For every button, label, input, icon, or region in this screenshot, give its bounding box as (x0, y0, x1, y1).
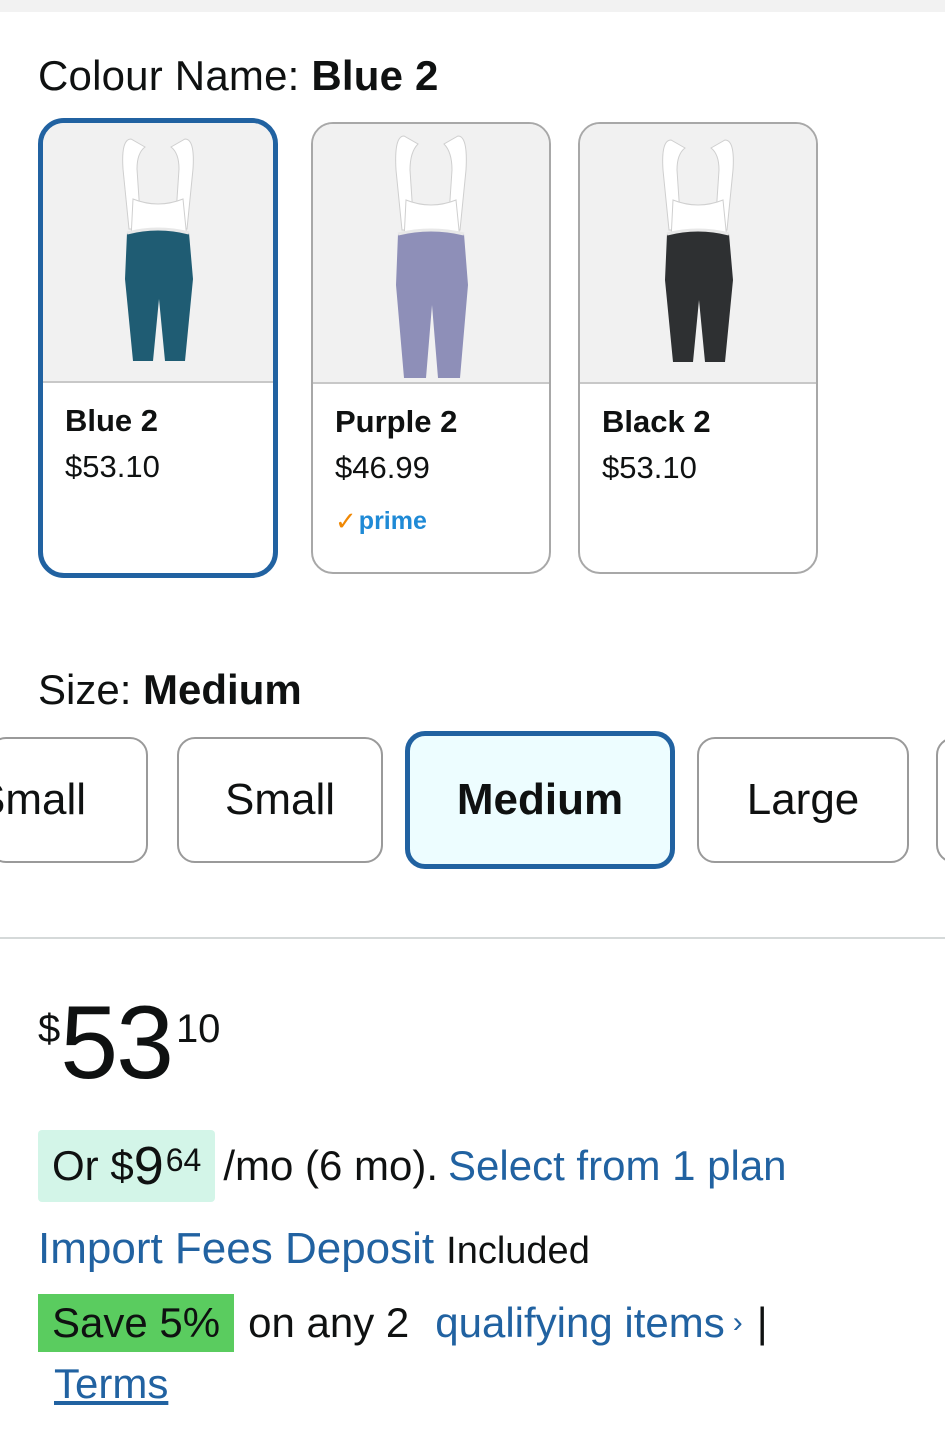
price-display: $ 53 10 (38, 985, 221, 1101)
price-symbol: $ (38, 1007, 61, 1051)
swatch-blue-2[interactable]: Blue 2 $53.10 (38, 118, 278, 578)
terms-link[interactable]: Terms (54, 1360, 168, 1408)
bib-shorts-image (122, 138, 194, 361)
size-option-xsmall[interactable]: Small (0, 737, 148, 863)
bib-shorts-image (662, 139, 734, 362)
product-image (43, 123, 273, 383)
swatch-black-2[interactable]: Black 2 $53.10 (578, 122, 818, 574)
size-option-large[interactable]: Large (697, 737, 909, 863)
separator: | (756, 1299, 768, 1346)
installment-whole: 9 (133, 1136, 164, 1196)
product-image (580, 124, 816, 384)
size-option-label: Small (0, 775, 87, 824)
size-option-next[interactable] (936, 737, 945, 863)
size-option-medium[interactable]: Medium (405, 731, 675, 869)
installment-term: /mo (6 mo). (223, 1142, 439, 1189)
divider (0, 937, 945, 939)
size-heading: Size: Medium (38, 666, 302, 714)
colour-heading: Colour Name: Blue 2 (38, 52, 439, 100)
prime-check-icon: ✓ (335, 506, 357, 536)
installment-fraction: 64 (165, 1142, 202, 1178)
swatch-purple-2[interactable]: Purple 2 $46.99 ✓ prime (311, 122, 551, 574)
colour-label: Colour Name: (38, 52, 312, 99)
promo-text: on any 2 (248, 1299, 410, 1346)
chevron-right-icon: › (732, 1306, 743, 1339)
prime-badge: ✓ prime (335, 506, 427, 537)
size-value: Medium (143, 666, 302, 713)
size-label: Size: (38, 666, 144, 713)
installment-pill: Or $9 64 (38, 1130, 216, 1202)
size-option-label: Large (746, 775, 860, 824)
product-image (313, 124, 549, 384)
size-option-label: Medium (456, 775, 624, 824)
swatch-name: Purple 2 (335, 404, 458, 439)
size-option-label: Small (224, 775, 336, 824)
prime-label: prime (358, 507, 427, 535)
swatch-name: Black 2 (602, 404, 711, 439)
swatch-price: $53.10 (65, 449, 160, 484)
import-fees-row: Import Fees Deposit Included (38, 1224, 590, 1274)
select-plan-link[interactable]: Select from 1 plan (448, 1142, 787, 1190)
size-option-small[interactable]: Small (177, 737, 383, 863)
swatch-price: $46.99 (335, 450, 430, 485)
installment-prefix: Or $ (52, 1142, 134, 1189)
swatch-price: $53.10 (602, 450, 697, 485)
price-whole: 53 (60, 985, 174, 1101)
import-fees-link[interactable]: Import Fees Deposit (38, 1224, 434, 1274)
price-fraction: 10 (175, 1007, 221, 1051)
colour-value: Blue 2 (311, 52, 439, 99)
import-fees-status: Included (446, 1230, 590, 1272)
top-strip (0, 0, 945, 12)
save-badge: Save 5% (38, 1294, 235, 1352)
promo-row: Save 5% on any 2 qualifying items › | (38, 1294, 768, 1352)
qualifying-items-link[interactable]: qualifying items (435, 1299, 724, 1347)
installment-row: Or $9 64 /mo (6 mo). Select from 1 plan (38, 1130, 787, 1202)
bib-shorts-image (395, 135, 468, 378)
swatch-name: Blue 2 (65, 403, 159, 438)
